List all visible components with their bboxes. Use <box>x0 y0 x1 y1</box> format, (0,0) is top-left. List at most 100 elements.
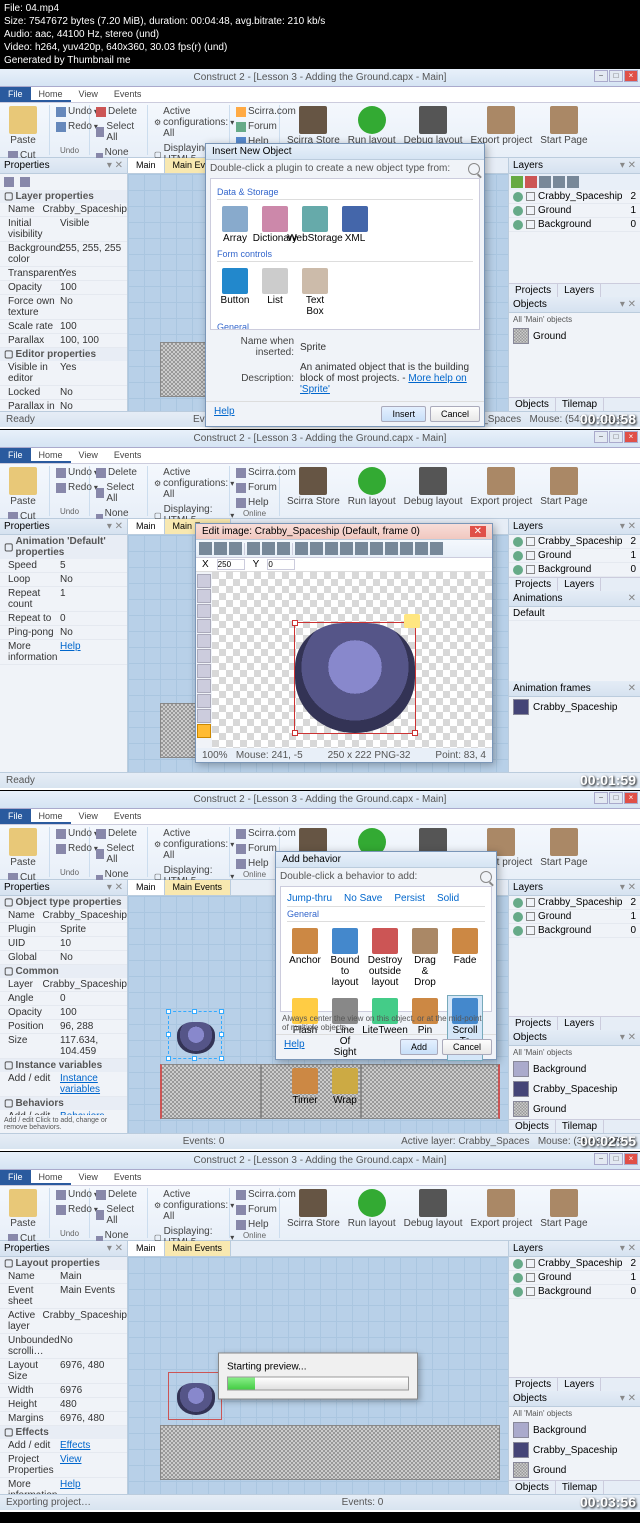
prop-row[interactable]: GlobalNo <box>0 951 127 965</box>
plugin-xml[interactable]: XML <box>337 203 373 247</box>
maximize-button[interactable]: □ <box>609 70 623 82</box>
prop-row[interactable]: Size117.634, 104.459 <box>0 1034 127 1059</box>
paste-button[interactable]: Paste <box>6 105 40 147</box>
close-icon[interactable]: ▾ ✕ <box>620 160 636 171</box>
prop-row[interactable]: Layout Size6976, 480 <box>0 1359 127 1384</box>
active-config[interactable]: ⚙ Active configurations: All ▾ <box>152 105 236 140</box>
prop-row[interactable]: Visible in editorYes <box>0 361 127 386</box>
prop-row[interactable]: Add / editInstance variables <box>0 1072 127 1097</box>
new-icon[interactable] <box>199 542 212 555</box>
behavior-wrap[interactable]: Wrap <box>327 1065 363 1109</box>
layers-tab[interactable]: Layers <box>558 284 601 297</box>
layer-row[interactable]: Background0 <box>509 924 640 938</box>
grid-icon[interactable] <box>430 542 443 555</box>
crop-icon[interactable] <box>355 542 368 555</box>
layer-row[interactable]: Crabby_Spaceship2 <box>509 1257 640 1271</box>
fill-tool[interactable] <box>197 664 211 678</box>
layer-row[interactable]: Ground1 <box>509 549 640 563</box>
help-link[interactable]: Help <box>210 406 377 422</box>
startpage-button[interactable]: Start Page <box>537 105 590 147</box>
search-icon[interactable] <box>480 871 492 883</box>
picker-tool[interactable] <box>197 679 211 693</box>
search-icon[interactable] <box>468 163 480 175</box>
layer-row[interactable]: Crabby_Spaceship2 <box>509 896 640 910</box>
plugin-webstorage[interactable]: WebStorage <box>297 203 333 247</box>
paste-icon[interactable] <box>277 542 290 555</box>
behavior-anchor[interactable]: Anchor <box>287 925 323 991</box>
prop-row[interactable]: Opacity100 <box>0 1006 127 1020</box>
layer-row[interactable]: Background0 <box>509 1285 640 1299</box>
prop-row[interactable]: LockedNo <box>0 386 127 400</box>
prop-row[interactable]: Position96, 288 <box>0 1020 127 1034</box>
prop-row[interactable]: UID10 <box>0 937 127 951</box>
zoom-in-icon[interactable] <box>385 542 398 555</box>
cancel-button[interactable]: Cancel <box>442 1039 492 1055</box>
layer-row[interactable]: Ground1 <box>509 910 640 924</box>
open-icon[interactable] <box>214 542 227 555</box>
prop-row[interactable]: Active layerCrabby_Spaceship <box>0 1309 127 1334</box>
behavior-fade[interactable]: Fade <box>447 925 483 991</box>
plugin-button[interactable]: Button <box>217 265 253 320</box>
layer-row[interactable]: Ground1 <box>509 1271 640 1285</box>
zoom-out-icon[interactable] <box>400 542 413 555</box>
projects-tab[interactable]: Projects <box>509 284 558 297</box>
x-input[interactable] <box>217 559 245 570</box>
sprite-selection[interactable] <box>168 1011 222 1059</box>
close-icon[interactable]: ▾ ✕ <box>107 160 123 171</box>
debug-button[interactable]: Debug layout <box>401 105 466 147</box>
prop-row[interactable]: Repeat count1 <box>0 587 127 612</box>
home-tab[interactable]: Home <box>31 87 71 102</box>
image-editor-canvas[interactable] <box>212 572 492 748</box>
layer-row[interactable]: Crabby_Spaceship2 <box>509 535 640 549</box>
prop-row[interactable]: PluginSprite <box>0 923 127 937</box>
minimize-button[interactable]: − <box>594 70 608 82</box>
resize-icon[interactable] <box>370 542 383 555</box>
rotate-l-icon[interactable] <box>295 542 308 555</box>
eraser-tool[interactable] <box>197 619 211 633</box>
plugin-array[interactable]: Array <box>217 203 253 247</box>
line-tool[interactable] <box>197 634 211 648</box>
object-item[interactable]: Ground <box>509 326 640 346</box>
prop-row[interactable]: Background color255, 255, 255 <box>0 242 127 267</box>
layer-row[interactable]: Background0 <box>509 218 640 232</box>
insert-button[interactable]: Insert <box>381 406 426 422</box>
prop-row[interactable]: NameMain <box>0 1270 127 1284</box>
prop-row[interactable]: Height480 <box>0 1398 127 1412</box>
cancel-button[interactable]: Cancel <box>430 406 480 422</box>
export-button[interactable]: Export project <box>468 105 536 147</box>
run-button[interactable]: Run layout <box>345 105 399 147</box>
animation-default[interactable]: Default <box>509 607 640 621</box>
file-tab[interactable]: File <box>0 87 31 102</box>
prop-row[interactable]: Width6976 <box>0 1384 127 1398</box>
layer-row[interactable]: Ground1 <box>509 204 640 218</box>
brush-tool[interactable] <box>197 604 211 618</box>
prop-row[interactable]: TransparentYes <box>0 267 127 281</box>
prop-row[interactable]: Unbounded scrolli…No <box>0 1334 127 1359</box>
prop-row[interactable]: Opacity100 <box>0 281 127 295</box>
prop-row[interactable]: LoopNo <box>0 573 127 587</box>
cut-icon[interactable] <box>247 542 260 555</box>
flip-v-icon[interactable] <box>340 542 353 555</box>
prop-row[interactable]: Ping-pongNo <box>0 626 127 640</box>
pencil-tool[interactable] <box>197 589 211 603</box>
behavior-destroy-outside-layout[interactable]: Destroy outside layout <box>367 925 403 991</box>
plugin-text-box[interactable]: Text Box <box>297 265 333 320</box>
layer-row[interactable]: Crabby_Spaceship2 <box>509 190 640 204</box>
layer-row[interactable]: Background0 <box>509 563 640 577</box>
prop-row[interactable]: NameCrabby_Spaceship <box>0 909 127 923</box>
imagepoints-tool[interactable] <box>197 709 211 723</box>
prop-row[interactable]: Initial visibilityVisible <box>0 217 127 242</box>
prop-row[interactable]: Event sheetMain Events <box>0 1284 127 1309</box>
prop-row[interactable]: Force own textureNo <box>0 295 127 320</box>
add-button[interactable]: Add <box>400 1039 438 1055</box>
copy-icon[interactable] <box>262 542 275 555</box>
rotate-r-icon[interactable] <box>310 542 323 555</box>
tilemap-tab[interactable]: Tilemap <box>556 398 604 411</box>
prop-row[interactable]: Angle0 <box>0 992 127 1006</box>
prop-row[interactable]: Scale rate100 <box>0 320 127 334</box>
objects-tab[interactable]: Objects <box>509 398 556 411</box>
rect-tool[interactable] <box>197 649 211 663</box>
y-input[interactable] <box>267 559 295 570</box>
origin-tool[interactable] <box>197 694 211 708</box>
events-tab[interactable]: Events <box>106 87 150 102</box>
